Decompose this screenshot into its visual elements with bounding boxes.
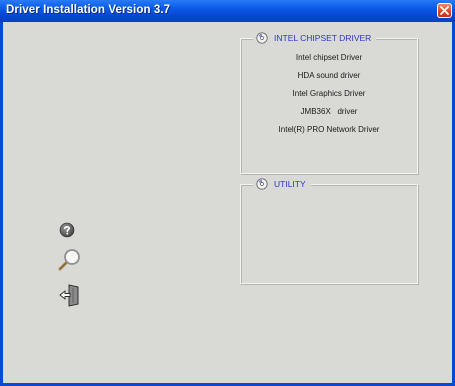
utility-group: UTILITY [240,177,418,284]
close-button[interactable] [437,3,452,18]
driver-item-intel-graphics[interactable]: Intel Graphics Driver [241,89,417,98]
cd-disc-icon [256,32,268,44]
chipset-group-header: INTEL CHIPSET DRIVER [253,31,377,45]
help-icon [59,222,75,238]
window-title: Driver Installation Version 3.7 [6,4,171,16]
chipset-driver-group: INTEL CHIPSET DRIVER Intel chipset Drive… [240,31,418,174]
driver-item-hda-sound[interactable]: HDA sound driver [241,71,417,80]
driver-item-intel-chipset[interactable]: Intel chipset Driver [241,53,417,62]
exit-icon [59,284,79,307]
title-bar[interactable]: Driver Installation Version 3.7 [0,0,455,22]
help-button[interactable] [59,222,75,243]
search-icon [58,249,80,271]
driver-installer-window: Driver Installation Version 3.7 INTEL CH… [0,0,455,386]
chipset-group-title: INTEL CHIPSET DRIVER [274,33,372,43]
exit-button[interactable] [59,283,81,312]
driver-item-intel-pro-network[interactable]: Intel(R) PRO Network Driver [241,125,417,134]
close-icon [440,6,449,15]
utility-group-title: UTILITY [274,179,306,189]
client-area: INTEL CHIPSET DRIVER Intel chipset Drive… [3,22,452,383]
search-button[interactable] [58,247,82,276]
utility-group-header: UTILITY [253,177,311,191]
cd-disc-icon [256,178,268,190]
driver-item-jmb36x[interactable]: JMB36X driver [241,107,417,116]
